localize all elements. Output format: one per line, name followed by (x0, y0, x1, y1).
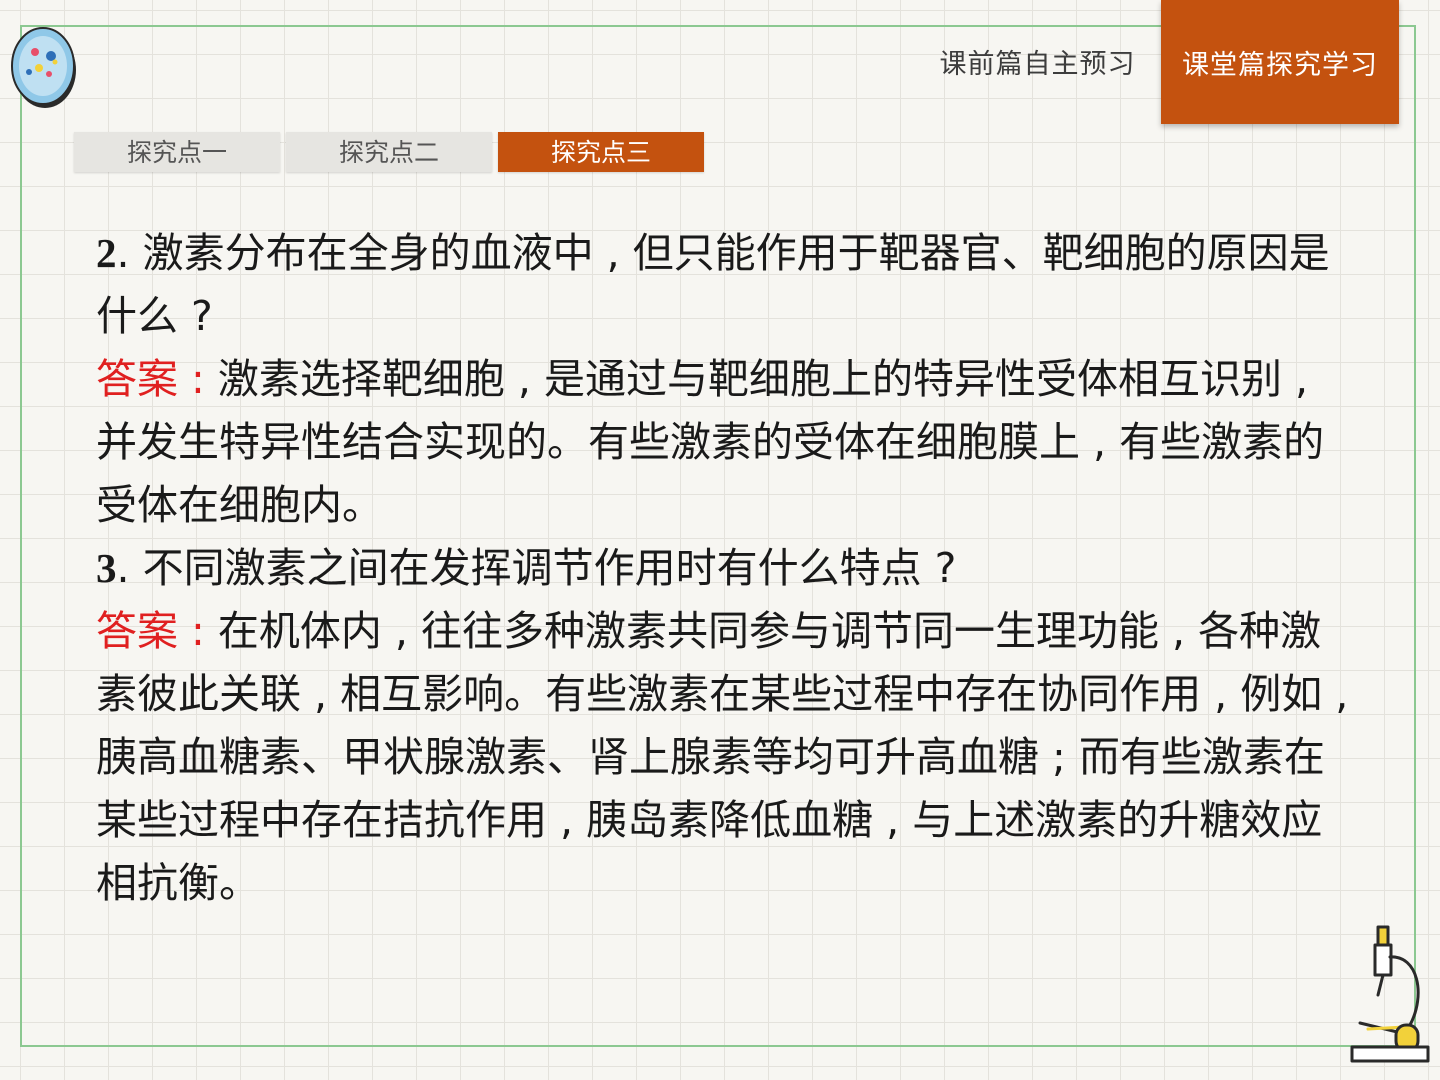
question-2: 2. 激素分布在全身的血液中 , 但只能作用于靶器官、靶细胞的原因是什么 ? (96, 222, 1356, 348)
subtab-point-3[interactable]: 探究点三 (498, 132, 704, 172)
answer-label: 答案 : (96, 607, 205, 655)
answer-text: 在机体内 , 往往多种激素共同参与调节同一生理功能 , 各种激素彼此关联 , 相… (96, 607, 1349, 907)
question-text: . 不同激素之间在发挥调节作用时有什么特点 ? (116, 544, 957, 592)
answer-3: 答案 : 在机体内 , 往往多种激素共同参与调节同一生理功能 , 各种激素彼此关… (96, 600, 1356, 915)
microscope-icon (1350, 925, 1430, 1063)
question-3: 3. 不同激素之间在发挥调节作用时有什么特点 ? (96, 537, 1356, 600)
answer-text: 激素选择靶细胞 , 是通过与靶细胞上的特异性受体相互识别 , 并发生特异性结合实… (96, 355, 1325, 529)
question-number: 2 (96, 230, 117, 276)
question-text: . 激素分布在全身的血液中 , 但只能作用于靶器官、靶细胞的原因是什么 ? (96, 229, 1330, 340)
subtab-point-2[interactable]: 探究点二 (286, 132, 492, 172)
question-number: 3 (96, 545, 117, 591)
answer-label: 答案 : (96, 355, 205, 403)
tab-pre-class-preview[interactable]: 课前篇自主预习 (930, 0, 1145, 122)
lesson-content: 2. 激素分布在全身的血液中 , 但只能作用于靶器官、靶细胞的原因是什么 ? 答… (96, 222, 1356, 915)
tab-in-class-exploration[interactable]: 课堂篇探究学习 (1161, 0, 1399, 124)
subtab-bar: 探究点一 探究点二 探究点三 (74, 132, 704, 172)
subtab-point-1[interactable]: 探究点一 (74, 132, 280, 172)
petri-dish-logo-icon (11, 27, 76, 108)
answer-2: 答案 : 激素选择靶细胞 , 是通过与靶细胞上的特异性受体相互识别 , 并发生特… (96, 348, 1356, 537)
